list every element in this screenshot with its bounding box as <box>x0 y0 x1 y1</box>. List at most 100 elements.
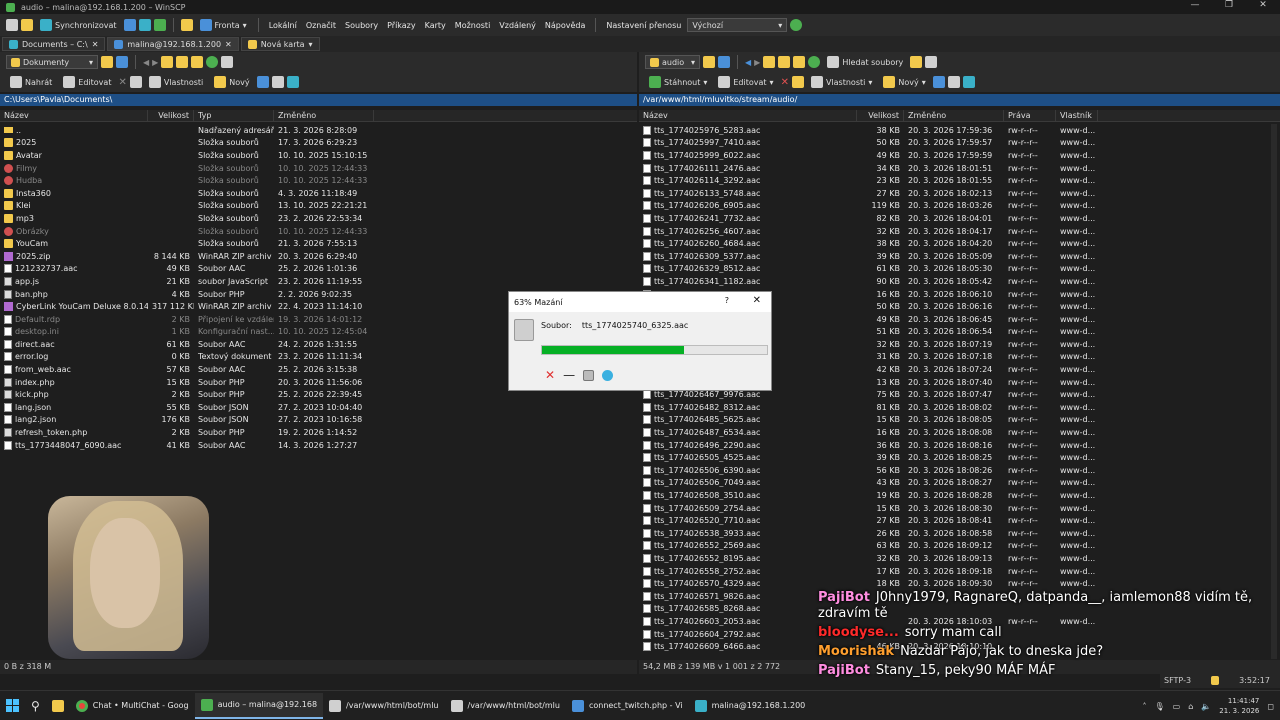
right-file-row[interactable]: tts_1774026114_3292.aac 23 KB 20. 3. 2026 … <box>639 174 1269 187</box>
home-icon[interactable] <box>191 56 204 68</box>
left-file-row[interactable]: lang2.json 176 KB Soubor JSON 27. 2. 2023 1… <box>0 414 637 427</box>
synchronize-button[interactable]: Synchronizovat <box>36 18 121 32</box>
menu-mark[interactable]: Označit <box>303 19 339 32</box>
column-size[interactable]: Velikost <box>857 110 904 121</box>
back-arrow-icon[interactable]: ◀ <box>143 58 149 67</box>
taskbar-notepad-1[interactable]: /var/www/html/bot/mlu <box>323 693 444 719</box>
find-files-button[interactable]: Hledat soubory <box>823 55 907 69</box>
menu-remote[interactable]: Vzdálený <box>496 19 539 32</box>
menu-local[interactable]: Lokální <box>266 19 300 32</box>
left-file-row[interactable]: Avatar Složka souborů 10. 10. 2025 15:10:1… <box>0 149 637 162</box>
root-dir-icon[interactable] <box>778 56 791 68</box>
right-file-row[interactable]: tts_1774026241_7732.aac 82 KB 20. 3. 2026 … <box>639 212 1269 225</box>
left-file-row[interactable]: tts_1773448047_6090.aac 41 KB Soubor AAC 14… <box>0 439 637 452</box>
minimize-icon[interactable]: — <box>563 368 575 382</box>
notification-icon[interactable]: ◻ <box>1267 702 1274 711</box>
left-file-row[interactable]: 2025 Složka souborů 17. 3. 2026 6:29:23 <box>0 137 637 150</box>
refresh-icon[interactable] <box>206 56 219 68</box>
right-scrollbar[interactable] <box>1271 124 1277 659</box>
delete-icon[interactable]: ✕ <box>781 77 789 88</box>
left-location-select[interactable]: Dokumenty ▾ <box>6 55 98 69</box>
forward-arrow-icon[interactable]: ▶ <box>754 58 760 67</box>
right-file-row[interactable]: tts_1774026485_5625.aac 15 KB 20. 3. 2026 … <box>639 414 1269 427</box>
close-tab-icon[interactable]: ✕ <box>225 40 232 49</box>
rename-icon[interactable] <box>129 76 142 88</box>
parent-dir-icon[interactable] <box>161 56 174 68</box>
right-file-row[interactable]: tts_1774025997_7410.aac 50 KB 20. 3. 2026 … <box>639 137 1269 150</box>
back-arrow-icon[interactable]: ◀ <box>745 58 751 67</box>
left-file-row[interactable]: Klei Složka souborů 13. 10. 2025 22:21:21 <box>0 200 637 213</box>
filter-select-icon[interactable] <box>962 76 975 88</box>
search-button[interactable]: ⚲ <box>25 693 46 719</box>
queue-button[interactable]: Fronta ▾ <box>196 18 251 32</box>
parent-dir-icon[interactable] <box>763 56 776 68</box>
left-file-row[interactable]: Filmy Složka souborů 10. 10. 2025 12:44:33 <box>0 162 637 175</box>
left-file-row[interactable]: YouCam Složka souborů 21. 3. 2026 7:55:13 <box>0 237 637 250</box>
left-file-row[interactable]: lang.json 55 KB Soubor JSON 27. 2. 2023 10:… <box>0 401 637 414</box>
taskbar-vscode[interactable]: connect_twitch.php - Vi <box>566 693 689 719</box>
right-file-row[interactable]: tts_1774026487_6534.aac 16 KB 20. 3. 2026 … <box>639 426 1269 439</box>
right-file-row[interactable]: tts_1774026558_2752.aac 17 KB 20. 3. 2026 … <box>639 565 1269 578</box>
right-location-select[interactable]: audio ▾ <box>645 55 700 69</box>
right-file-row[interactable]: tts_1774026520_7710.aac 27 KB 20. 3. 2026 … <box>639 514 1269 527</box>
minimize-button[interactable]: — <box>1178 0 1212 10</box>
root-dir-icon[interactable] <box>176 56 189 68</box>
left-file-row[interactable]: 2025.zip 8 144 KB WinRAR ZIP archiv 20. 3. … <box>0 250 637 263</box>
sync-browse-icon[interactable] <box>910 56 923 68</box>
view-list-icon[interactable] <box>221 56 234 68</box>
home-icon[interactable] <box>793 56 806 68</box>
start-button[interactable] <box>0 693 25 719</box>
forward-arrow-icon[interactable]: ▶ <box>152 58 158 67</box>
refresh-icon[interactable] <box>808 56 821 68</box>
maximize-button[interactable]: ❐ <box>1212 0 1246 10</box>
right-edit-button[interactable]: Editovat ▾ <box>714 75 777 89</box>
taskbar-putty[interactable]: malina@192.168.1.200 <box>689 693 812 719</box>
column-name[interactable]: Název <box>0 110 148 121</box>
left-file-row[interactable]: mp3 Složka souborů 23. 2. 2026 22:53:34 <box>0 212 637 225</box>
left-edit-button[interactable]: Editovat <box>59 75 115 89</box>
transfer-settings-select[interactable]: Výchozí ▾ <box>687 18 788 32</box>
right-path-bar[interactable]: /var/www/html/mluvitko/stream/audio/ <box>639 94 1280 106</box>
download-button[interactable]: Stáhnout ▾ <box>645 75 711 89</box>
open-folder-icon[interactable] <box>101 56 113 68</box>
display-icon[interactable]: ▭ <box>1173 702 1181 711</box>
file-explorer-button[interactable] <box>46 693 70 719</box>
right-file-row[interactable]: tts_1774026111_2476.aac 34 KB 20. 3. 2026 … <box>639 162 1269 175</box>
left-file-row[interactable]: 121232737.aac 49 KB Soubor AAC 25. 2. 2026 … <box>0 263 637 276</box>
select-all-icon[interactable] <box>932 76 945 88</box>
column-size[interactable]: Velikost <box>148 110 194 121</box>
filter-icon[interactable] <box>116 56 128 68</box>
commander-icon[interactable] <box>153 19 166 31</box>
left-new-button[interactable]: Nový <box>210 75 253 89</box>
right-file-row[interactable]: tts_1774026509_2754.aac 15 KB 20. 3. 2026 … <box>639 502 1269 515</box>
left-file-row[interactable]: .. Nadřazený adresář 21. 3. 2026 8:28:09 <box>0 124 637 137</box>
menu-commands[interactable]: Příkazy <box>384 19 419 32</box>
right-new-button[interactable]: Nový ▾ <box>879 75 929 89</box>
column-changed[interactable]: Změněno <box>904 110 1004 121</box>
filter-select-icon[interactable] <box>286 76 299 88</box>
right-file-row[interactable]: tts_1774026506_6390.aac 56 KB 20. 3. 2026 … <box>639 464 1269 477</box>
right-file-row[interactable]: tts_1774026506_7049.aac 43 KB 20. 3. 2026 … <box>639 477 1269 490</box>
left-properties-button[interactable]: Vlastnosti <box>145 75 207 89</box>
column-rights[interactable]: Práva <box>1004 110 1056 121</box>
column-type[interactable]: Typ <box>194 110 274 121</box>
tab-session[interactable]: malina@192.168.1.200 ✕ <box>107 37 239 51</box>
right-file-row[interactable]: tts_1774026329_8512.aac 61 KB 20. 3. 2026 … <box>639 263 1269 276</box>
right-file-row[interactable]: tts_1774025999_6022.aac 49 KB 20. 3. 2026 … <box>639 149 1269 162</box>
menu-help[interactable]: Nápověda <box>542 19 589 32</box>
right-properties-button[interactable]: Vlastnosti ▾ <box>807 75 876 89</box>
clock[interactable]: 11:41:47 21. 3. 2026 <box>1219 696 1259 716</box>
close-tab-icon[interactable]: ✕ <box>92 40 99 49</box>
tab-new[interactable]: Nová karta ▾ <box>240 37 320 51</box>
microphone-icon[interactable]: 🎙 <box>1155 702 1165 711</box>
background-icon[interactable] <box>602 369 614 381</box>
local-pc-icon[interactable] <box>6 19 18 31</box>
right-file-row[interactable]: tts_1774026552_8195.aac 32 KB 20. 3. 2026 … <box>639 552 1269 565</box>
menu-tabs[interactable]: Karty <box>422 19 449 32</box>
taskbar-winscp[interactable]: audio – malina@192.168 <box>194 692 324 719</box>
gear-icon[interactable] <box>180 19 193 31</box>
skip-icon[interactable] <box>583 369 595 381</box>
unselect-icon[interactable] <box>271 76 284 88</box>
menu-files[interactable]: Soubory <box>342 19 381 32</box>
help-button[interactable]: ? <box>725 296 729 305</box>
